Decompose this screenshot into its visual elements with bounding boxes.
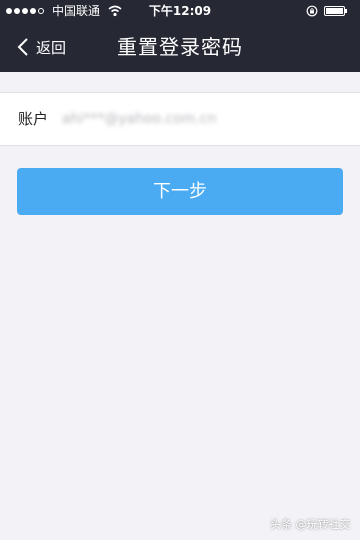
page-title: 重置登录密码 [117, 35, 243, 59]
status-bar: 中国联通 下午12:09 [0, 0, 360, 22]
rotation-lock-icon [306, 5, 318, 17]
account-value: ahi***@yahoo.com.cn [62, 111, 217, 127]
account-label: 账户 [18, 110, 49, 128]
header: 中国联通 下午12:09 返回 重置登录密码 [0, 0, 360, 72]
next-step-button[interactable]: 下一步 [17, 168, 343, 215]
account-row: 账户 ahi***@yahoo.com.cn [0, 92, 360, 146]
watermark: 头条 @玩转社交 [270, 518, 351, 531]
battery-icon [324, 6, 347, 16]
